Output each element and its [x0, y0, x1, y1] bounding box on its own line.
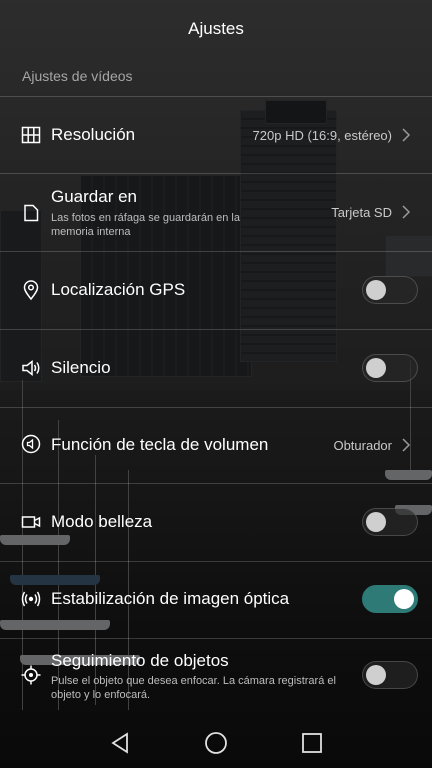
- chevron-right-icon: [400, 204, 412, 220]
- chevron-right-icon: [400, 127, 412, 143]
- recents-square-icon[interactable]: [297, 728, 327, 758]
- setting-value: 720p HD (16:9, estéreo): [252, 128, 392, 143]
- page-title: Ajustes: [188, 19, 244, 38]
- setting-value: Tarjeta SD: [331, 205, 392, 220]
- navigation-bar: [0, 718, 432, 768]
- setting-resolucion[interactable]: Resolución 720p HD (16:9, estéreo): [0, 97, 432, 173]
- home-circle-icon[interactable]: [201, 728, 231, 758]
- volume-key-icon: [20, 433, 42, 455]
- back-triangle-icon[interactable]: [105, 728, 135, 758]
- speaker-icon: [20, 357, 42, 379]
- setting-localizacion-gps[interactable]: Localización GPS: [0, 252, 432, 329]
- setting-tecla-volumen[interactable]: Función de tecla de volumen Obturador: [0, 408, 432, 483]
- silencio-toggle[interactable]: [362, 354, 418, 382]
- setting-guardar-en[interactable]: Guardar en Las fotos en ráfaga se guarda…: [0, 174, 432, 251]
- setting-estabilizacion[interactable]: Estabilización de imagen óptica: [0, 562, 432, 638]
- setting-description: Las fotos en ráfaga se guardarán en la m…: [51, 212, 240, 238]
- chevron-right-icon: [400, 437, 412, 453]
- setting-seguimiento[interactable]: Seguimiento de objetos Pulse el objeto q…: [0, 639, 432, 718]
- seguimiento-toggle[interactable]: [362, 661, 418, 689]
- file-icon: [20, 202, 42, 224]
- setting-label: Guardar en: [51, 187, 137, 206]
- setting-label: Localización GPS: [51, 280, 186, 299]
- stabilization-icon: [20, 588, 42, 610]
- setting-label: Seguimiento de objetos: [51, 651, 229, 670]
- gps-toggle[interactable]: [362, 276, 418, 304]
- video-camera-icon: [20, 511, 42, 533]
- setting-label: Resolución: [51, 125, 136, 144]
- section-header: Ajustes de vídeos: [22, 68, 133, 84]
- target-icon: [20, 664, 42, 686]
- setting-modo-belleza[interactable]: Modo belleza: [0, 484, 432, 561]
- setting-label: Silencio: [51, 358, 111, 377]
- setting-silencio[interactable]: Silencio: [0, 330, 432, 407]
- setting-description: Pulse el objeto que desea enfocar. La cá…: [51, 675, 336, 701]
- belleza-toggle[interactable]: [362, 508, 418, 536]
- setting-label: Estabilización de imagen óptica: [51, 589, 290, 608]
- estabilizacion-toggle[interactable]: [362, 585, 418, 613]
- location-pin-icon: [20, 279, 42, 301]
- setting-value: Obturador: [333, 438, 392, 453]
- setting-label: Función de tecla de volumen: [51, 435, 269, 454]
- grid-icon: [20, 124, 42, 146]
- setting-label: Modo belleza: [51, 512, 153, 531]
